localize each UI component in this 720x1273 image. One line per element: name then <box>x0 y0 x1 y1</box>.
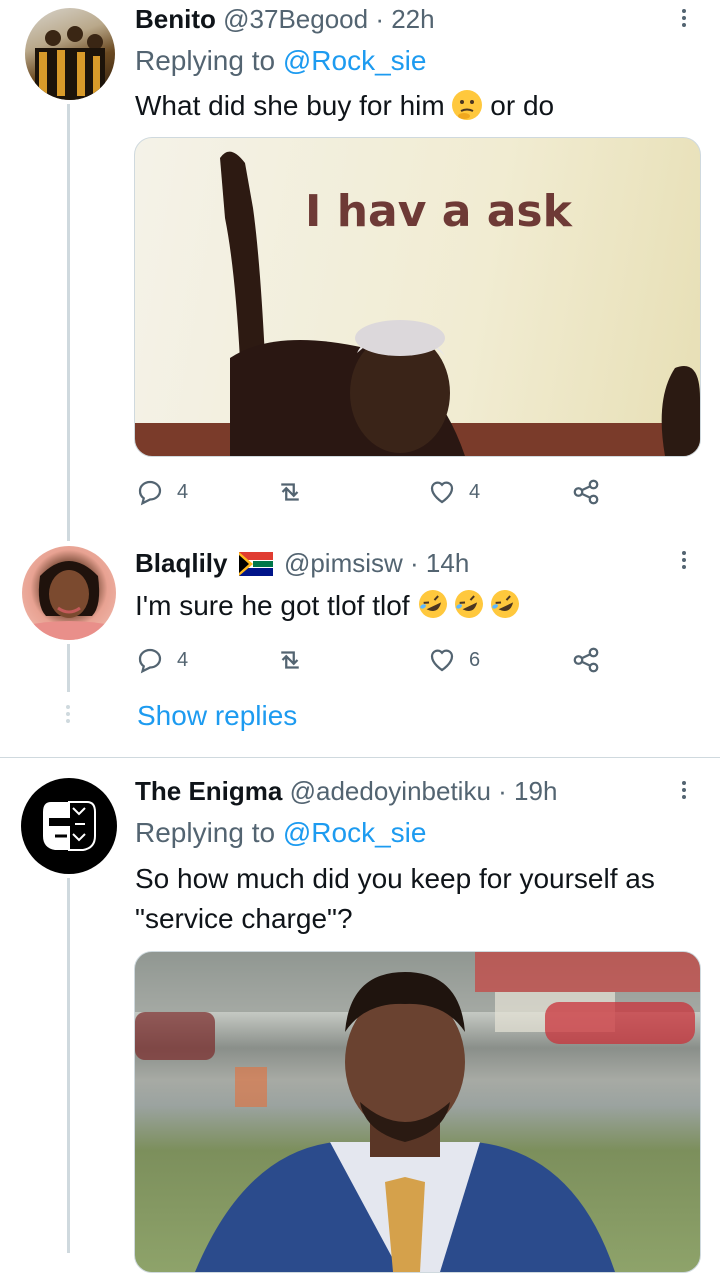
tweet-header: Benito @37Begood · 22h <box>135 4 435 35</box>
more-options-icon[interactable] <box>676 6 692 36</box>
avatar-blaqlily[interactable] <box>22 546 116 640</box>
like-button[interactable]: 6 <box>427 640 480 680</box>
tweet-header: The Enigma @adedoyinbetiku · 19h <box>135 776 557 807</box>
avatar-benito-photo <box>35 26 105 100</box>
replying-to: Replying to @Rock_sie <box>135 45 426 77</box>
share-icon <box>573 479 599 505</box>
heart-icon <box>430 649 454 672</box>
more-options-icon[interactable] <box>676 778 692 808</box>
share-button[interactable] <box>571 472 601 512</box>
tweet-text: What did she buy for him or do <box>135 86 554 126</box>
user-name[interactable]: The Enigma <box>135 776 282 806</box>
avatar-the-enigma[interactable] <box>21 778 117 874</box>
like-button[interactable]: 4 <box>427 472 480 512</box>
retweet-icon <box>281 651 299 669</box>
thread-line <box>67 104 70 541</box>
replying-to: Replying to @Rock_sie <box>135 817 426 849</box>
tweet-text-line: So how much did you keep for yourself as <box>135 863 655 894</box>
user-handle[interactable]: @37Begood <box>223 4 368 34</box>
show-replies-link[interactable]: Show replies <box>137 700 297 732</box>
divider <box>0 757 720 758</box>
tweet-time[interactable]: · 22h <box>375 4 434 34</box>
replying-prefix: Replying to <box>135 45 283 76</box>
tweet-text: So how much did you keep for yourself as… <box>135 859 655 939</box>
tweet-header: Blaqlily @pimsisw · 14h <box>135 548 469 583</box>
user-handle[interactable]: @pimsisw <box>284 548 403 578</box>
avatar-blaqlily-photo <box>22 561 116 640</box>
tweet-text-line: "service charge"? <box>135 903 353 934</box>
tweet-actions: 4 4 <box>135 472 615 512</box>
replying-prefix: Replying to <box>135 817 283 848</box>
heart-icon <box>430 481 454 504</box>
mention-link[interactable]: @Rock_sie <box>283 817 427 848</box>
thinking-face-icon <box>452 90 483 120</box>
like-count: 6 <box>469 648 481 671</box>
tweet-time[interactable]: · 14h <box>410 548 469 578</box>
meme-photo <box>135 952 700 1272</box>
tweet-text-part: What did she buy for him <box>135 90 445 121</box>
mention-link[interactable]: @Rock_sie <box>283 45 427 76</box>
like-count: 4 <box>469 480 481 503</box>
reply-button[interactable]: 4 <box>135 640 188 680</box>
more-options-icon[interactable] <box>676 548 692 578</box>
tweet-text-part: I'm sure he got tlof tlof <box>135 590 410 621</box>
avatar-benito[interactable] <box>25 8 115 100</box>
retweet-button[interactable] <box>275 472 305 512</box>
retweet-icon <box>281 483 299 501</box>
user-handle[interactable]: @adedoyinbetiku <box>290 776 491 806</box>
user-name[interactable]: Blaqlily <box>135 548 227 578</box>
reply-icon <box>138 480 162 506</box>
thread-line <box>67 644 70 692</box>
user-name[interactable]: Benito <box>135 4 216 34</box>
reply-count: 4 <box>177 648 189 671</box>
reply-count: 4 <box>177 480 189 503</box>
tweet-image[interactable] <box>134 951 701 1273</box>
tweet-text-part: or do <box>490 90 555 121</box>
rolling-on-floor-laughing-icon <box>417 588 525 631</box>
tweet-time[interactable]: · 19h <box>498 776 557 806</box>
reply-button[interactable]: 4 <box>135 472 188 512</box>
tweet-actions: 4 6 <box>135 640 615 680</box>
tweet-image[interactable]: I hav a ask <box>134 137 701 457</box>
share-icon <box>573 647 599 673</box>
tweet-text: I'm sure he got tlof tlof <box>135 586 525 631</box>
retweet-button[interactable] <box>275 640 305 680</box>
more-replies-dots <box>66 702 70 726</box>
share-button[interactable] <box>571 640 601 680</box>
avatar-enigma-logo <box>43 801 96 851</box>
meme-figure <box>135 151 700 456</box>
thread-line <box>67 878 70 1253</box>
south-africa-flag-icon <box>238 552 273 583</box>
reply-icon <box>138 648 162 674</box>
